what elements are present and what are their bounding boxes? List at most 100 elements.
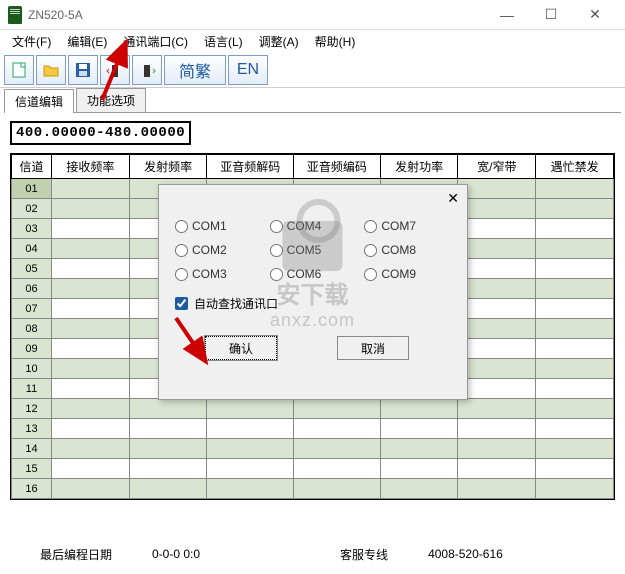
cell[interactable] [51,359,129,379]
radio-com8[interactable]: COM8 [364,243,451,257]
cell[interactable] [458,379,536,399]
close-button[interactable]: ✕ [573,1,617,29]
cell[interactable] [380,399,458,419]
cell[interactable] [458,319,536,339]
cell[interactable] [207,399,294,419]
radio-com7[interactable]: COM7 [364,219,451,233]
menu-comm-port[interactable]: 通讯端口(C) [115,31,196,52]
cell[interactable] [129,399,207,419]
col-ctcss-encode[interactable]: 亚音频编码 [294,155,381,179]
cell[interactable] [294,459,381,479]
row-number[interactable]: 13 [12,419,52,439]
cell[interactable] [207,439,294,459]
cell[interactable] [536,439,614,459]
cell[interactable] [536,339,614,359]
cell[interactable] [207,479,294,499]
table-row[interactable]: 15 [12,459,614,479]
cell[interactable] [294,439,381,459]
row-number[interactable]: 14 [12,439,52,459]
cell[interactable] [536,239,614,259]
cell[interactable] [458,439,536,459]
toolbar-read-button[interactable] [100,55,130,85]
cell[interactable] [51,479,129,499]
cell[interactable] [536,319,614,339]
col-bandwidth[interactable]: 宽/窄带 [458,155,536,179]
toolbar-write-button[interactable] [132,55,162,85]
cell[interactable] [536,479,614,499]
cell[interactable] [51,179,129,199]
cell[interactable] [536,379,614,399]
col-channel[interactable]: 信道 [12,155,52,179]
col-busy-lock[interactable]: 遇忙禁发 [536,155,614,179]
cell[interactable] [380,479,458,499]
menu-edit[interactable]: 编辑(E) [59,31,115,52]
cell[interactable] [207,459,294,479]
radio-com1[interactable]: COM1 [175,219,262,233]
cell[interactable] [294,479,381,499]
cell[interactable] [458,219,536,239]
cell[interactable] [129,439,207,459]
toolbar-open-button[interactable] [36,55,66,85]
toolbar-save-button[interactable] [68,55,98,85]
cell[interactable] [129,459,207,479]
cell[interactable] [458,239,536,259]
cell[interactable] [458,419,536,439]
cell[interactable] [458,479,536,499]
cell[interactable] [294,419,381,439]
maximize-button[interactable]: ☐ [529,1,573,29]
row-number[interactable]: 16 [12,479,52,499]
row-number[interactable]: 15 [12,459,52,479]
tab-function-options[interactable]: 功能选项 [76,88,146,112]
cell[interactable] [51,279,129,299]
menu-adjust[interactable]: 调整(A) [251,31,307,52]
cell[interactable] [458,179,536,199]
row-number[interactable]: 01 [12,179,52,199]
col-tx-freq[interactable]: 发射频率 [129,155,207,179]
row-number[interactable]: 04 [12,239,52,259]
cell[interactable] [51,379,129,399]
row-number[interactable]: 10 [12,359,52,379]
cell[interactable] [458,279,536,299]
menu-language[interactable]: 语言(L) [196,31,251,52]
cell[interactable] [458,359,536,379]
menu-help[interactable]: 帮助(H) [307,31,364,52]
cell[interactable] [536,399,614,419]
cell[interactable] [380,459,458,479]
cell[interactable] [536,279,614,299]
minimize-button[interactable]: — [485,1,529,29]
cell[interactable] [51,459,129,479]
cell[interactable] [51,319,129,339]
table-row[interactable]: 16 [12,479,614,499]
cell[interactable] [536,359,614,379]
dialog-cancel-button[interactable]: 取消 [337,336,409,360]
dialog-ok-button[interactable]: 确认 [205,336,277,360]
cell[interactable] [536,299,614,319]
cell[interactable] [458,399,536,419]
table-row[interactable]: 14 [12,439,614,459]
cell[interactable] [458,199,536,219]
row-number[interactable]: 02 [12,199,52,219]
row-number[interactable]: 11 [12,379,52,399]
cell[interactable] [458,299,536,319]
col-ctcss-decode[interactable]: 亚音频解码 [207,155,294,179]
cell[interactable] [458,259,536,279]
cell[interactable] [536,219,614,239]
row-number[interactable]: 08 [12,319,52,339]
cell[interactable] [536,459,614,479]
cell[interactable] [294,399,381,419]
cell[interactable] [458,339,536,359]
toolbar-en-button[interactable]: EN [228,55,268,85]
radio-com2[interactable]: COM2 [175,243,262,257]
cell[interactable] [207,419,294,439]
radio-com4[interactable]: COM4 [270,219,357,233]
cell[interactable] [536,179,614,199]
tab-channel-edit[interactable]: 信道编辑 [4,89,74,113]
table-row[interactable]: 12 [12,399,614,419]
toolbar-simp-trad-button[interactable]: 简繁 [164,55,226,85]
radio-com6[interactable]: COM6 [270,267,357,281]
row-number[interactable]: 09 [12,339,52,359]
toolbar-new-button[interactable] [4,55,34,85]
cell[interactable] [51,239,129,259]
cell[interactable] [51,339,129,359]
cell[interactable] [51,439,129,459]
